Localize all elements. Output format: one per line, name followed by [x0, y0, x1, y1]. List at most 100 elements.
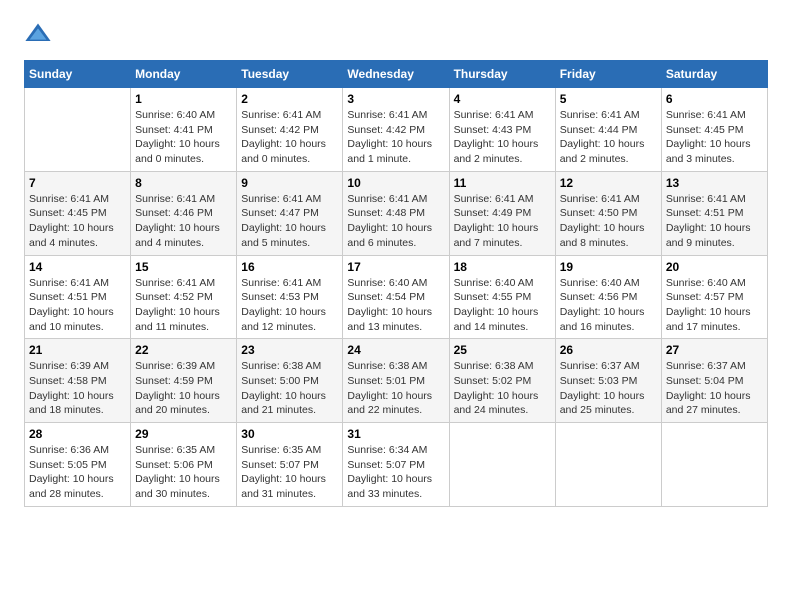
header-row: SundayMondayTuesdayWednesdayThursdayFrid… [25, 61, 768, 88]
day-info: Sunrise: 6:40 AM Sunset: 4:41 PM Dayligh… [135, 108, 232, 167]
day-number: 12 [560, 176, 657, 190]
day-info: Sunrise: 6:41 AM Sunset: 4:52 PM Dayligh… [135, 276, 232, 335]
calendar-cell: 27 Sunrise: 6:37 AM Sunset: 5:04 PM Dayli… [661, 339, 767, 423]
calendar-cell: 14 Sunrise: 6:41 AM Sunset: 4:51 PM Dayli… [25, 255, 131, 339]
calendar-cell: 23 Sunrise: 6:38 AM Sunset: 5:00 PM Dayli… [237, 339, 343, 423]
calendar-cell: 30Sunrise: 6:35 AM Sunset: 5:07 PM Dayli… [237, 423, 343, 507]
calendar-cell [25, 88, 131, 172]
day-info: Sunrise: 6:41 AM Sunset: 4:44 PM Dayligh… [560, 108, 657, 167]
calendar-cell: 13 Sunrise: 6:41 AM Sunset: 4:51 PM Dayli… [661, 171, 767, 255]
calendar-cell: 6Sunrise: 6:41 AM Sunset: 4:45 PM Daylig… [661, 88, 767, 172]
calendar-cell: 26 Sunrise: 6:37 AM Sunset: 5:03 PM Dayli… [555, 339, 661, 423]
day-info: Sunrise: 6:41 AM Sunset: 4:51 PM Dayligh… [29, 276, 126, 335]
day-number: 19 [560, 260, 657, 274]
logo [24, 20, 54, 48]
day-info: Sunrise: 6:40 AM Sunset: 4:55 PM Dayligh… [454, 276, 551, 335]
day-info: Sunrise: 6:38 AM Sunset: 5:00 PM Dayligh… [241, 359, 338, 418]
day-info: Sunrise: 6:35 AM Sunset: 5:07 PM Dayligh… [241, 443, 338, 502]
weekday-header: Friday [555, 61, 661, 88]
day-number: 28 [29, 427, 126, 441]
day-info: Sunrise: 6:41 AM Sunset: 4:51 PM Dayligh… [666, 192, 763, 251]
day-info: Sunrise: 6:37 AM Sunset: 5:04 PM Dayligh… [666, 359, 763, 418]
day-number: 14 [29, 260, 126, 274]
day-info: Sunrise: 6:41 AM Sunset: 4:42 PM Dayligh… [347, 108, 444, 167]
day-number: 13 [666, 176, 763, 190]
day-number: 4 [454, 92, 551, 106]
day-info: Sunrise: 6:41 AM Sunset: 4:53 PM Dayligh… [241, 276, 338, 335]
day-number: 8 [135, 176, 232, 190]
calendar-cell: 18 Sunrise: 6:40 AM Sunset: 4:55 PM Dayli… [449, 255, 555, 339]
calendar-cell: 3 Sunrise: 6:41 AM Sunset: 4:42 PM Daylig… [343, 88, 449, 172]
calendar-cell: 10 Sunrise: 6:41 AM Sunset: 4:48 PM Dayli… [343, 171, 449, 255]
day-number: 23 [241, 343, 338, 357]
day-number: 10 [347, 176, 444, 190]
calendar-cell [449, 423, 555, 507]
day-number: 25 [454, 343, 551, 357]
day-info: Sunrise: 6:40 AM Sunset: 4:57 PM Dayligh… [666, 276, 763, 335]
day-info: Sunrise: 6:36 AM Sunset: 5:05 PM Dayligh… [29, 443, 126, 502]
calendar-cell: 16 Sunrise: 6:41 AM Sunset: 4:53 PM Dayli… [237, 255, 343, 339]
calendar-cell: 9 Sunrise: 6:41 AM Sunset: 4:47 PM Daylig… [237, 171, 343, 255]
calendar-cell [555, 423, 661, 507]
calendar-cell: 28 Sunrise: 6:36 AM Sunset: 5:05 PM Dayli… [25, 423, 131, 507]
calendar-cell: 11 Sunrise: 6:41 AM Sunset: 4:49 PM Dayli… [449, 171, 555, 255]
day-number: 21 [29, 343, 126, 357]
calendar-week-row: 28 Sunrise: 6:36 AM Sunset: 5:05 PM Dayli… [25, 423, 768, 507]
day-number: 31 [347, 427, 444, 441]
day-info: Sunrise: 6:41 AM Sunset: 4:45 PM Dayligh… [666, 108, 763, 167]
day-number: 15 [135, 260, 232, 274]
calendar-cell [661, 423, 767, 507]
weekday-header: Saturday [661, 61, 767, 88]
day-info: Sunrise: 6:38 AM Sunset: 5:01 PM Dayligh… [347, 359, 444, 418]
day-number: 7 [29, 176, 126, 190]
day-info: Sunrise: 6:37 AM Sunset: 5:03 PM Dayligh… [560, 359, 657, 418]
weekday-header: Wednesday [343, 61, 449, 88]
day-info: Sunrise: 6:38 AM Sunset: 5:02 PM Dayligh… [454, 359, 551, 418]
page: SundayMondayTuesdayWednesdayThursdayFrid… [0, 0, 792, 527]
day-number: 17 [347, 260, 444, 274]
day-info: Sunrise: 6:41 AM Sunset: 4:42 PM Dayligh… [241, 108, 338, 167]
weekday-header: Monday [131, 61, 237, 88]
day-info: Sunrise: 6:41 AM Sunset: 4:43 PM Dayligh… [454, 108, 551, 167]
calendar-week-row: 14 Sunrise: 6:41 AM Sunset: 4:51 PM Dayli… [25, 255, 768, 339]
day-info: Sunrise: 6:39 AM Sunset: 4:58 PM Dayligh… [29, 359, 126, 418]
day-info: Sunrise: 6:41 AM Sunset: 4:45 PM Dayligh… [29, 192, 126, 251]
calendar-cell: 2Sunrise: 6:41 AM Sunset: 4:42 PM Daylig… [237, 88, 343, 172]
day-number: 22 [135, 343, 232, 357]
logo-icon [24, 20, 52, 48]
day-number: 11 [454, 176, 551, 190]
day-number: 29 [135, 427, 232, 441]
day-info: Sunrise: 6:41 AM Sunset: 4:46 PM Dayligh… [135, 192, 232, 251]
day-info: Sunrise: 6:40 AM Sunset: 4:56 PM Dayligh… [560, 276, 657, 335]
day-info: Sunrise: 6:41 AM Sunset: 4:47 PM Dayligh… [241, 192, 338, 251]
calendar-cell: 17Sunrise: 6:40 AM Sunset: 4:54 PM Dayli… [343, 255, 449, 339]
day-info: Sunrise: 6:34 AM Sunset: 5:07 PM Dayligh… [347, 443, 444, 502]
calendar-cell: 1Sunrise: 6:40 AM Sunset: 4:41 PM Daylig… [131, 88, 237, 172]
day-number: 5 [560, 92, 657, 106]
day-number: 18 [454, 260, 551, 274]
day-info: Sunrise: 6:41 AM Sunset: 4:48 PM Dayligh… [347, 192, 444, 251]
calendar-cell: 7 Sunrise: 6:41 AM Sunset: 4:45 PM Daylig… [25, 171, 131, 255]
calendar-cell: 15 Sunrise: 6:41 AM Sunset: 4:52 PM Dayli… [131, 255, 237, 339]
calendar-week-row: 7 Sunrise: 6:41 AM Sunset: 4:45 PM Daylig… [25, 171, 768, 255]
calendar-cell: 25 Sunrise: 6:38 AM Sunset: 5:02 PM Dayli… [449, 339, 555, 423]
day-info: Sunrise: 6:41 AM Sunset: 4:49 PM Dayligh… [454, 192, 551, 251]
calendar-week-row: 1Sunrise: 6:40 AM Sunset: 4:41 PM Daylig… [25, 88, 768, 172]
calendar-cell: 19 Sunrise: 6:40 AM Sunset: 4:56 PM Dayli… [555, 255, 661, 339]
calendar-cell: 29Sunrise: 6:35 AM Sunset: 5:06 PM Dayli… [131, 423, 237, 507]
calendar-cell: 8 Sunrise: 6:41 AM Sunset: 4:46 PM Daylig… [131, 171, 237, 255]
day-info: Sunrise: 6:41 AM Sunset: 4:50 PM Dayligh… [560, 192, 657, 251]
day-number: 16 [241, 260, 338, 274]
weekday-header: Tuesday [237, 61, 343, 88]
day-number: 27 [666, 343, 763, 357]
day-number: 9 [241, 176, 338, 190]
calendar-cell: 22Sunrise: 6:39 AM Sunset: 4:59 PM Dayli… [131, 339, 237, 423]
calendar-cell: 24 Sunrise: 6:38 AM Sunset: 5:01 PM Dayli… [343, 339, 449, 423]
calendar-cell: 4 Sunrise: 6:41 AM Sunset: 4:43 PM Daylig… [449, 88, 555, 172]
day-number: 3 [347, 92, 444, 106]
calendar-cell: 20Sunrise: 6:40 AM Sunset: 4:57 PM Dayli… [661, 255, 767, 339]
weekday-header: Sunday [25, 61, 131, 88]
calendar-table: SundayMondayTuesdayWednesdayThursdayFrid… [24, 60, 768, 507]
day-number: 24 [347, 343, 444, 357]
day-number: 26 [560, 343, 657, 357]
